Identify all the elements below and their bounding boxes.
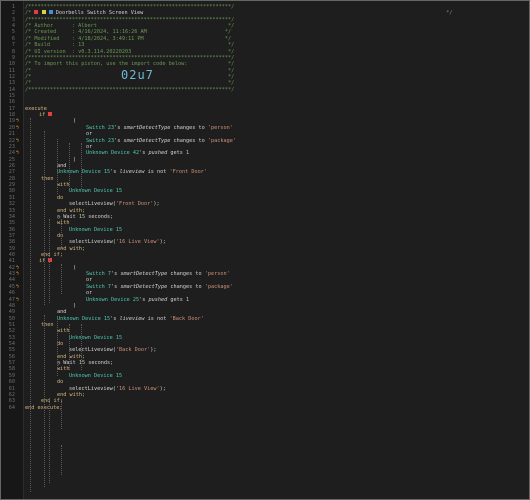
device-name: Unknown Device 15: [57, 169, 111, 176]
bolt-icon: ϟ: [16, 137, 20, 144]
command-close: );: [153, 201, 160, 208]
value: 1: [185, 150, 190, 157]
group-inner-guide-line: [81, 143, 82, 189]
bolt-icon: ϟ: [16, 271, 20, 278]
bolt-icon: ϟ: [16, 264, 20, 271]
wait-unit: seconds;: [88, 360, 114, 367]
code-line: 64 end execute;: [1, 405, 529, 411]
group-guide-line: [69, 143, 70, 189]
command-arg: 'Back Door': [115, 347, 151, 354]
if-guide-line: [44, 131, 45, 305]
device-name: Switch 23: [86, 124, 115, 131]
with-guide-line: [61, 445, 62, 475]
blue-square-icon: [48, 10, 53, 15]
possessive: 's: [139, 296, 146, 303]
if-guide-line: [44, 315, 45, 487]
value: 'package': [204, 283, 233, 290]
bolt-icon: ϟ: [16, 150, 20, 157]
piston-title: Doorbells Switch Screen View: [55, 10, 144, 17]
group-inner-guide-line: [81, 324, 82, 370]
command-name: selectLiveview(: [69, 347, 116, 354]
attribute: pushed: [148, 150, 168, 157]
operator: gets: [170, 296, 183, 303]
wait-value: 15: [78, 360, 86, 367]
line-number: 64: [8, 404, 15, 411]
if-keyword: if: [39, 112, 46, 119]
operator: changes to: [173, 124, 205, 131]
command-name: selectLiveview(: [69, 385, 116, 392]
operator: gets: [170, 150, 183, 157]
with-guide-line: [61, 399, 62, 429]
comment-close: */: [446, 10, 453, 17]
operator: changes to: [173, 137, 205, 144]
value: 'package': [207, 137, 236, 144]
device-name: Switch 23: [86, 137, 115, 144]
attribute: smartDetectType: [120, 271, 168, 278]
operator: changes to: [170, 283, 202, 290]
import-code[interactable]: 02u7: [121, 69, 154, 82]
possessive: 's: [111, 283, 118, 290]
wait-keyword: Wait: [63, 213, 76, 220]
wait-value: 15: [78, 213, 86, 220]
command-arg: '16 Live View': [115, 239, 160, 246]
red-square-icon: [34, 10, 39, 15]
possessive: 's: [110, 315, 117, 322]
then-guide-line: [49, 219, 50, 303]
bolt-icon: ϟ: [16, 296, 20, 303]
attribute: smartDetectType: [123, 137, 171, 144]
with-guide-line: [61, 219, 62, 249]
device-name: Unknown Device 42: [86, 150, 140, 157]
with-guide-line: [61, 264, 62, 294]
command-name: selectLiveview(: [69, 201, 116, 208]
device-name: Switch 7: [86, 271, 111, 278]
operator: is not: [147, 169, 167, 176]
operator: changes to: [170, 271, 202, 278]
command-close: );: [159, 239, 166, 246]
value: 'Back Door': [169, 315, 204, 322]
attribute: smartDetectType: [123, 124, 171, 131]
possessive: 's: [139, 150, 146, 157]
condition-guide-line: [57, 321, 58, 376]
wait-unit: seconds;: [88, 213, 114, 220]
comment-open: /*: [25, 10, 35, 17]
operator: is not: [147, 315, 167, 322]
possessive: 's: [111, 271, 118, 278]
bolt-icon: ϟ: [16, 283, 20, 290]
piston-code-view: 1/**************************************…: [0, 0, 530, 500]
clock-icon: ◷: [57, 213, 61, 220]
value: 'person': [204, 271, 230, 278]
attribute: smartDetectType: [120, 283, 168, 290]
device-name: Unknown Device 15: [57, 315, 111, 322]
attribute: pushed: [148, 296, 168, 303]
yellow-square-icon: [41, 10, 46, 15]
possessive: 's: [114, 137, 121, 144]
group-guide-line: [69, 324, 70, 370]
possessive: 's: [110, 169, 117, 176]
value: 'Front Door': [169, 169, 207, 176]
bolt-icon: ϟ: [16, 118, 20, 125]
device-name: Unknown Device 25: [86, 296, 140, 303]
value: 1: [185, 296, 190, 303]
then-guide-line: [49, 399, 50, 483]
red-flag-icon: [48, 112, 53, 117]
value: 'person': [207, 124, 233, 131]
command-arg: 'Front Door': [115, 201, 154, 208]
device-name: Switch 7: [86, 283, 111, 290]
command-name: selectLiveview(: [69, 239, 116, 246]
attribute: liveview: [119, 315, 145, 322]
bolt-icon: ϟ: [16, 124, 20, 131]
command-arg: '16 Live View': [115, 385, 160, 392]
execute-guide-line: [30, 118, 31, 492]
command-close: );: [159, 385, 166, 392]
command-close: );: [150, 347, 157, 354]
possessive: 's: [114, 124, 121, 131]
condition-guide-line: [57, 139, 58, 194]
attribute: liveview: [119, 169, 145, 176]
